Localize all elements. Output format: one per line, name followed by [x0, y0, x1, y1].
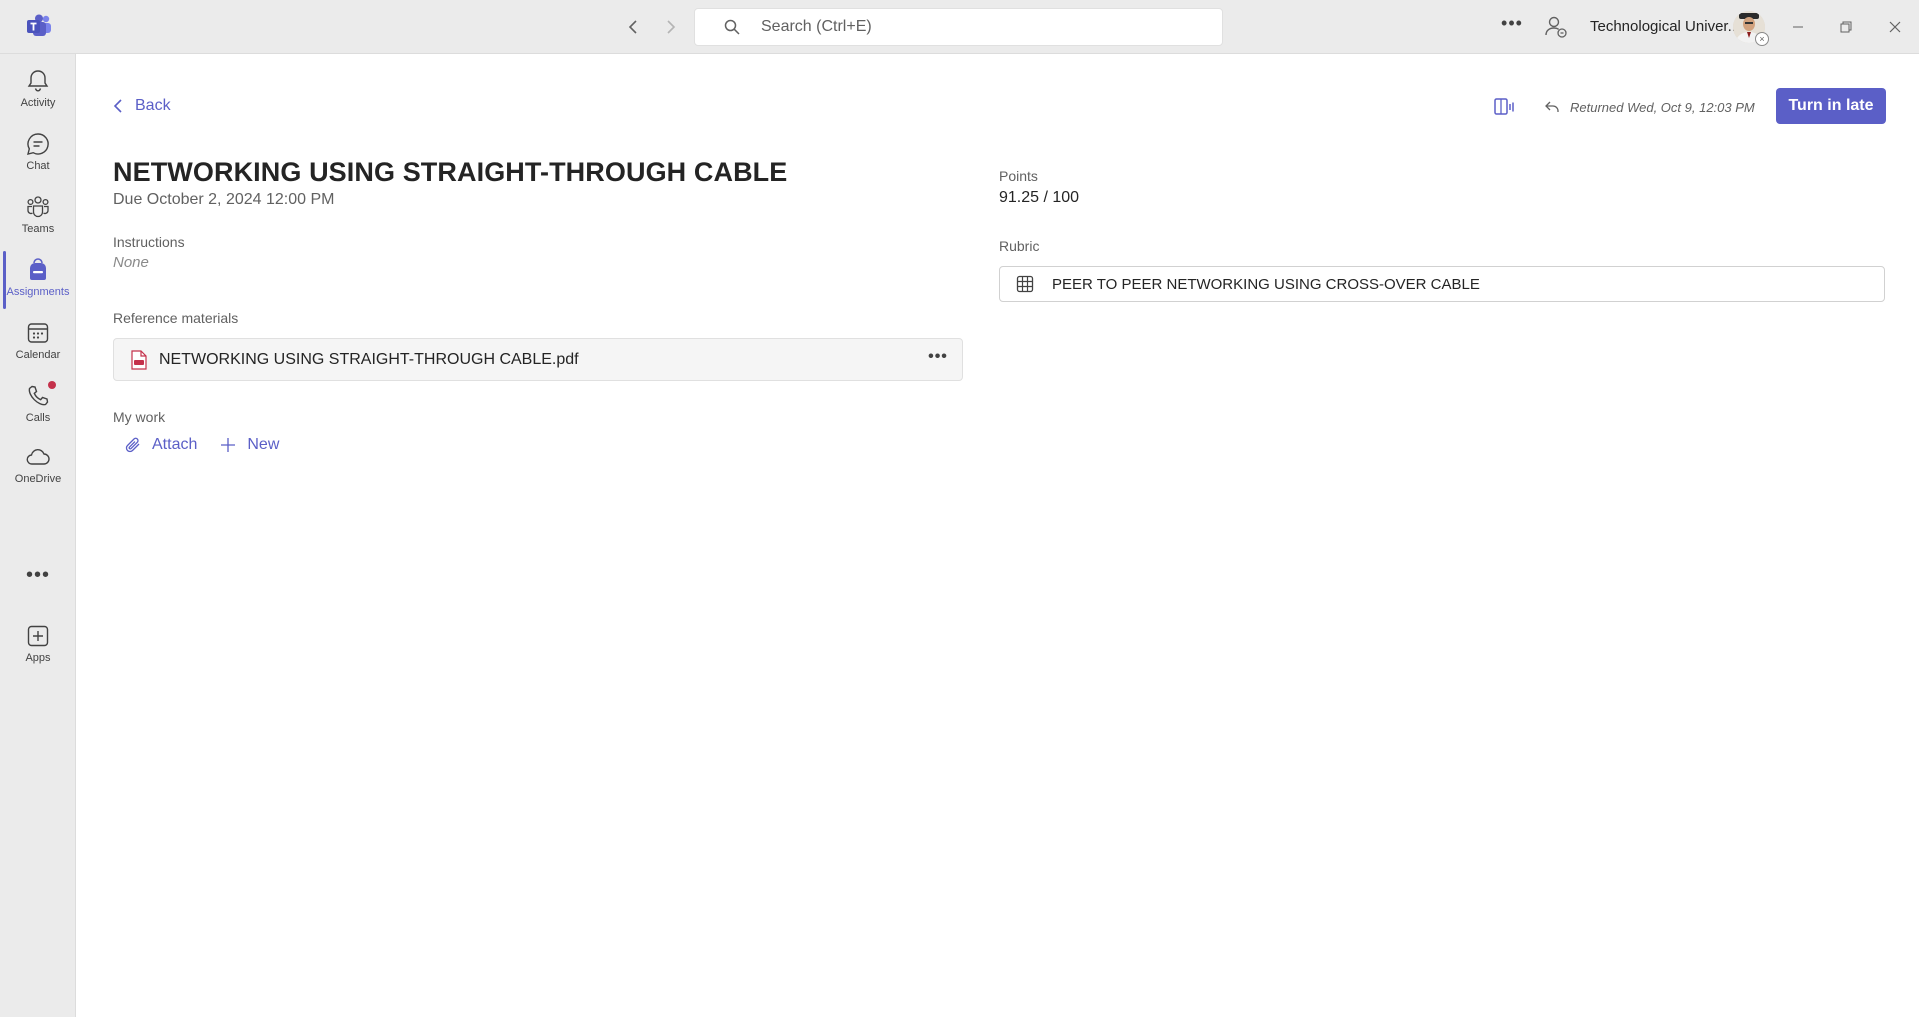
attach-label: Attach: [152, 436, 198, 453]
restore-icon: [1840, 21, 1852, 33]
paperclip-icon: [125, 437, 140, 453]
chevron-right-icon: [667, 20, 676, 34]
back-label: Back: [135, 97, 171, 114]
my-work-actions: Attach New: [124, 436, 301, 454]
due-date: Due October 2, 2024 12:00 PM: [113, 191, 335, 208]
new-label: New: [247, 436, 280, 453]
restore-button[interactable]: [1831, 12, 1861, 42]
returned-status: Returned Wed, Oct 9, 12:03 PM: [1544, 96, 1755, 118]
reference-file-card[interactable]: NETWORKING USING STRAIGHT-THROUGH CABLE.…: [113, 338, 963, 381]
search-placeholder: Search (Ctrl+E): [761, 18, 872, 35]
rubric-label: Rubric: [999, 238, 1040, 254]
attach-button[interactable]: Attach: [124, 436, 197, 454]
rail-item-label: Apps: [25, 652, 51, 664]
returned-text: Returned Wed, Oct 9, 12:03 PM: [1570, 99, 1755, 115]
table-grid-icon: [1016, 275, 1034, 293]
teams-icon: [27, 196, 49, 218]
more-apps-button[interactable]: •••: [0, 564, 76, 594]
points-label: Points: [999, 168, 1038, 184]
file-more-options-button[interactable]: •••: [926, 348, 950, 372]
avatar[interactable]: ×: [1733, 11, 1769, 46]
reference-file-name: NETWORKING USING STRAIGHT-THROUGH CABLE.…: [159, 350, 579, 368]
history-forward-button[interactable]: [658, 14, 684, 40]
chevron-left-icon: [113, 99, 122, 113]
person-status-icon[interactable]: [1543, 14, 1569, 40]
presence-badge-icon: ×: [1755, 32, 1769, 46]
plus-icon: [221, 438, 236, 452]
search-icon: [724, 19, 740, 35]
turn-in-late-button[interactable]: Turn in late: [1776, 88, 1886, 124]
phone-icon: [25, 381, 56, 409]
rail-item-label: Calls: [25, 412, 51, 424]
cloud-icon: [26, 449, 50, 465]
rubric-card[interactable]: PEER TO PEER NETWORKING USING CROSS-OVER…: [999, 266, 1885, 302]
rail-item-onedrive[interactable]: OneDrive: [0, 438, 76, 496]
rail-item-assignments[interactable]: Assignments: [0, 251, 76, 309]
rail-item-activity[interactable]: Activity: [0, 62, 76, 120]
rail-item-teams[interactable]: Teams: [0, 188, 76, 246]
points-value: 91.25 / 100: [999, 189, 1080, 206]
title-bar: Search (Ctrl+E) ••• Technological Univer…: [0, 0, 1919, 54]
search-input[interactable]: Search (Ctrl+E): [694, 8, 1223, 46]
chevron-left-icon: [628, 20, 637, 34]
reply-arrow-icon: [1545, 101, 1559, 112]
page-title: NETWORKING USING STRAIGHT-THROUGH CABLE: [113, 157, 788, 187]
close-icon: [1889, 21, 1901, 33]
add-app-icon: [27, 625, 49, 647]
backpack-icon: [30, 258, 46, 280]
rail-item-label: OneDrive: [14, 473, 62, 485]
rail-item-label: Chat: [26, 160, 50, 172]
history-back-button[interactable]: [620, 14, 646, 40]
pdf-file-icon: [131, 349, 147, 370]
rubric-name: PEER TO PEER NETWORKING USING CROSS-OVER…: [1052, 275, 1480, 293]
rail-item-label: Assignments: [6, 286, 70, 298]
rail-item-calls[interactable]: Calls: [0, 377, 76, 435]
rail-item-label: Activity: [20, 97, 56, 109]
teams-logo-icon[interactable]: [26, 14, 52, 38]
rail-item-calendar[interactable]: Calendar: [0, 314, 76, 372]
instructions-value: None: [113, 254, 149, 271]
my-work-label: My work: [113, 409, 166, 425]
immersive-reader-icon[interactable]: [1493, 95, 1517, 119]
minimize-button[interactable]: [1783, 12, 1813, 42]
bell-icon: [27, 70, 49, 92]
back-button[interactable]: Back: [113, 94, 171, 118]
new-file-button[interactable]: New: [219, 436, 279, 454]
close-window-button[interactable]: [1880, 12, 1910, 42]
settings-more-button[interactable]: •••: [1500, 13, 1524, 41]
org-name[interactable]: Technological Univer...: [1590, 18, 1740, 35]
chat-icon: [27, 133, 49, 155]
rail-item-label: Calendar: [15, 349, 61, 361]
rail-item-chat[interactable]: Chat: [0, 125, 76, 183]
reference-materials-label: Reference materials: [113, 310, 239, 326]
rail-item-label: Teams: [21, 223, 55, 235]
calendar-icon: [27, 323, 49, 343]
notification-badge: [48, 381, 56, 389]
rail-item-apps[interactable]: Apps: [0, 617, 76, 675]
instructions-label: Instructions: [113, 234, 185, 250]
minimize-icon: [1793, 26, 1803, 28]
app-rail: Activity Chat Teams Assignments Calendar…: [0, 54, 76, 1017]
